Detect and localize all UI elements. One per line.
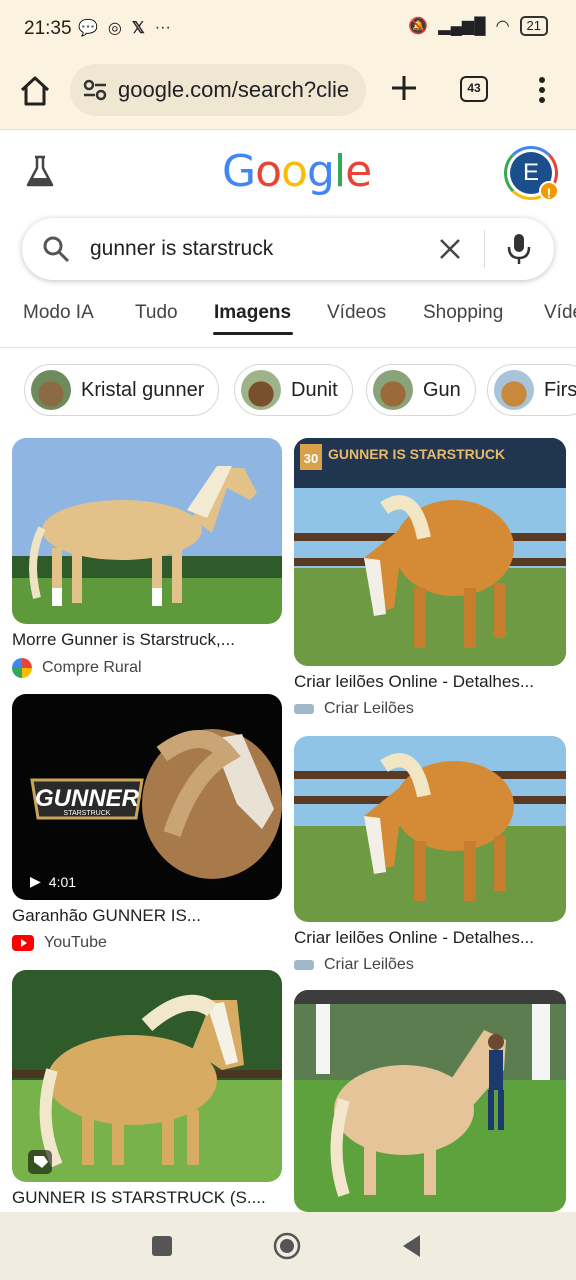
clear-search-icon[interactable]: [436, 235, 464, 263]
overlay-title: GUNNER IS STARSTRUCK: [328, 446, 505, 462]
chip-firs[interactable]: Firs: [487, 364, 576, 416]
result-source-label: Compre Rural: [42, 659, 142, 676]
search-box[interactable]: gunner is starstruck: [22, 218, 554, 280]
new-tab-icon[interactable]: [388, 72, 420, 104]
result-title[interactable]: Morre Gunner is Starstruck,...: [12, 630, 282, 650]
home-circle-icon[interactable]: [273, 1232, 301, 1260]
video-logo-subtext: STARSTRUCK: [64, 810, 111, 817]
tab-switcher-button[interactable]: 43: [460, 76, 488, 102]
active-tab-indicator: [213, 332, 293, 335]
chip-label: Gun: [423, 378, 461, 401]
result-source-label: Criar Leilões: [324, 956, 414, 973]
result-image[interactable]: [12, 438, 282, 624]
status-system-icons: 🔕 ▂▄▆█ ◠ 21: [408, 16, 548, 36]
result-title[interactable]: Criar leilões Online - Detalhes...: [294, 672, 566, 692]
image-result[interactable]: [294, 990, 566, 1212]
video-logo-text: GUNNER: [35, 785, 140, 812]
google-header: Google E !: [0, 130, 576, 220]
image-result[interactable]: 30 GUNNER IS STARSTRUCK Criar leilões On…: [294, 438, 566, 718]
chip-thumbnail: [241, 370, 281, 410]
image-result[interactable]: Criar leilões Online - Detalhes... Criar…: [294, 736, 566, 974]
youtube-favicon-icon: [12, 935, 34, 951]
suggestion-chips: Kristal gunner Dunit Gun Firs: [0, 364, 576, 418]
warning-badge-icon: !: [539, 181, 559, 201]
tab-videos-2[interactable]: Víde: [544, 302, 576, 324]
result-source[interactable]: YouTube: [12, 934, 282, 952]
chip-thumbnail: [494, 370, 534, 410]
palomino-pasture-image: [12, 970, 282, 1182]
chat-icon: 💬: [78, 20, 98, 37]
chip-label: Dunit: [291, 378, 338, 401]
instagram-icon: ◎: [107, 20, 122, 37]
result-image[interactable]: [294, 736, 566, 922]
microphone-icon[interactable]: [506, 232, 532, 266]
site-settings-icon[interactable]: [82, 77, 108, 103]
chip-thumbnail: [31, 370, 71, 410]
lot-number: 30: [304, 451, 318, 466]
more-notifications-icon: ···: [154, 19, 171, 36]
criar-leiloes-favicon-icon: [294, 704, 314, 714]
result-title[interactable]: GUNNER IS STARSTRUCK (S....: [12, 1188, 282, 1208]
result-source[interactable]: Criar Leilões: [294, 700, 566, 718]
play-icon: ▶: [30, 873, 41, 889]
compre-rural-favicon-icon: [12, 658, 32, 678]
video-result[interactable]: GUNNER STARSTRUCK ▶ 4:01 Garanhão GUNNER…: [12, 694, 282, 952]
result-source-label: YouTube: [44, 934, 107, 951]
search-nav-tabs: Modo IA Tudo Imagens Vídeos Shopping Víd…: [0, 290, 576, 348]
image-result[interactable]: GUNNER IS STARSTRUCK (S....: [12, 970, 282, 1208]
home-icon[interactable]: [18, 74, 52, 108]
result-image[interactable]: [294, 990, 566, 1212]
status-time: 21:35: [24, 18, 72, 39]
x-icon: 𝕏: [131, 20, 145, 37]
labs-flask-icon[interactable]: [24, 154, 56, 190]
search-input[interactable]: gunner is starstruck: [90, 237, 273, 261]
gunner-video-thumbnail: GUNNER STARSTRUCK: [30, 729, 282, 879]
criar-leiloes-favicon-icon: [294, 960, 314, 970]
video-duration: ▶ 4:01: [30, 873, 76, 890]
search-divider: [484, 230, 485, 268]
recent-apps-icon[interactable]: [148, 1232, 176, 1260]
result-source[interactable]: Criar Leilões: [294, 956, 566, 974]
search-icon: [43, 236, 70, 263]
chip-dunit[interactable]: Dunit: [234, 364, 353, 416]
tab-shopping[interactable]: Shopping: [423, 302, 503, 324]
mute-icon: 🔕: [408, 18, 429, 35]
duration-label: 4:01: [48, 873, 77, 890]
chip-label: Kristal gunner: [81, 378, 205, 401]
result-title[interactable]: Criar leilões Online - Detalhes...: [294, 928, 566, 948]
result-image[interactable]: 30 GUNNER IS STARSTRUCK: [294, 438, 566, 666]
chip-thumbnail: [373, 370, 413, 410]
result-source[interactable]: Compre Rural: [12, 658, 282, 678]
account-avatar[interactable]: E !: [504, 146, 559, 201]
result-source-label: Criar Leilões: [324, 700, 414, 717]
palomino-horse-image: [12, 438, 282, 624]
tab-modo-ia[interactable]: Modo IA: [23, 302, 94, 324]
chip-gun[interactable]: Gun: [366, 364, 476, 416]
image-result[interactable]: Morre Gunner is Starstruck,... Compre Ru…: [12, 438, 282, 678]
result-image[interactable]: GUNNER STARSTRUCK ▶ 4:01: [12, 694, 282, 900]
status-notification-icons: 💬 ◎ 𝕏 ···: [78, 18, 171, 38]
tab-tudo[interactable]: Tudo: [135, 302, 178, 324]
status-bar: 21:35 💬 ◎ 𝕏 ··· 🔕 ▂▄▆█ ◠ 21: [0, 0, 576, 58]
auction-horse-image-2: [294, 736, 566, 922]
back-icon[interactable]: [398, 1232, 426, 1260]
browser-toolbar: google.com/search?clie 43: [0, 58, 576, 130]
tab-imagens[interactable]: Imagens: [214, 302, 291, 324]
chip-kristal-gunner[interactable]: Kristal gunner: [24, 364, 220, 416]
auction-horse-image: 30 GUNNER IS STARSTRUCK: [294, 438, 566, 666]
more-menu-icon[interactable]: [530, 74, 554, 106]
system-navigation-bar: [0, 1212, 576, 1280]
signal-icon: ▂▄▆█: [438, 18, 486, 35]
result-title[interactable]: Garanhão GUNNER IS...: [12, 906, 282, 926]
result-image[interactable]: [12, 970, 282, 1182]
url-text[interactable]: google.com/search?clie: [118, 77, 360, 103]
tab-videos[interactable]: Vídeos: [327, 302, 386, 324]
horse-with-handler-image: [294, 990, 566, 1212]
google-logo[interactable]: Google: [222, 146, 372, 197]
battery-icon: 21: [519, 16, 548, 36]
address-bar[interactable]: google.com/search?clie: [70, 64, 366, 116]
chip-label: Firs: [544, 378, 576, 401]
wifi-icon: ◠: [495, 18, 510, 35]
